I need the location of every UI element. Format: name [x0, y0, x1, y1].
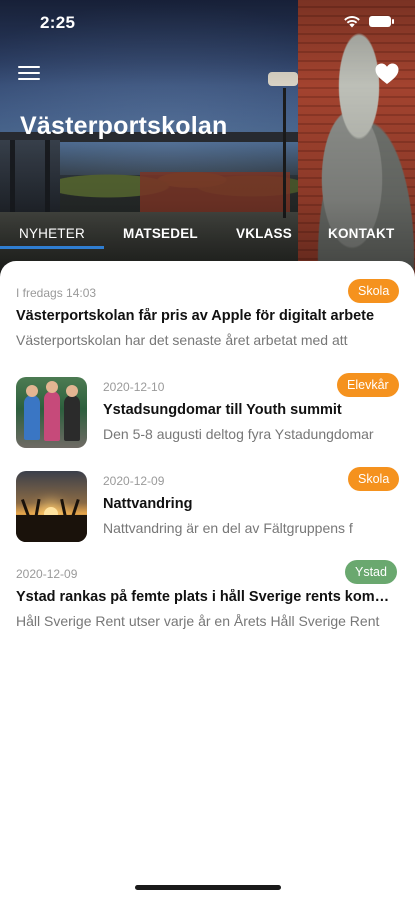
category-badge: Ystad — [345, 560, 397, 584]
news-description: Västerportskolan har det senaste året ar… — [16, 332, 348, 348]
category-badge: Skola — [348, 279, 400, 303]
active-tab-indicator — [0, 246, 104, 249]
news-date: I fredags 14:03 — [16, 286, 97, 300]
news-item[interactable]: 2020-12-09 Skola Nattvandring Nattvandri… — [0, 467, 415, 547]
news-title: Ystadsungdomar till Youth summit — [103, 402, 342, 418]
page-title: Västerportskolan — [20, 112, 228, 140]
tab-vklass[interactable]: VKLASS — [236, 226, 292, 241]
news-date: 2020-12-10 — [103, 380, 165, 394]
news-date: 2020-12-09 — [16, 567, 78, 581]
news-description: Nattvandring är en del av Fältgruppens f — [103, 520, 353, 536]
news-description: Den 5-8 augusti deltog fyra Ystadungdoma… — [103, 426, 374, 442]
news-item[interactable]: I fredags 14:03 Skola Västerportskolan f… — [0, 279, 415, 354]
tab-kontakt[interactable]: KONTAKT — [328, 226, 394, 241]
status-bar: 2:25 — [0, 0, 415, 46]
hamburger-menu-icon[interactable] — [18, 66, 40, 82]
heart-icon[interactable] — [374, 62, 400, 86]
news-item[interactable]: 2020-12-09 Ystad Ystad rankas på femte p… — [0, 560, 415, 635]
news-description: Håll Sverige Rent utser varje år en Året… — [16, 613, 380, 629]
news-date: 2020-12-09 — [103, 474, 165, 488]
tab-matsedel[interactable]: MATSEDEL — [123, 226, 198, 241]
news-item[interactable]: 2020-12-10 Elevkår Ystadsungdomar till Y… — [0, 373, 415, 453]
battery-icon — [369, 16, 394, 27]
wifi-icon — [344, 16, 360, 28]
news-title: Nattvandring — [103, 496, 193, 512]
category-badge: Skola — [348, 467, 400, 491]
news-list: I fredags 14:03 Skola Västerportskolan f… — [0, 261, 415, 900]
tab-nyheter[interactable]: NYHETER — [19, 226, 85, 241]
category-badge: Elevkår — [337, 373, 399, 397]
status-time: 2:25 — [40, 13, 76, 32]
home-indicator — [135, 885, 281, 890]
news-thumbnail — [16, 377, 87, 448]
news-title: Västerportskolan får pris av Apple för d… — [16, 308, 375, 324]
news-thumbnail — [16, 471, 87, 542]
news-title: Ystad rankas på femte plats i håll Sveri… — [16, 589, 394, 605]
